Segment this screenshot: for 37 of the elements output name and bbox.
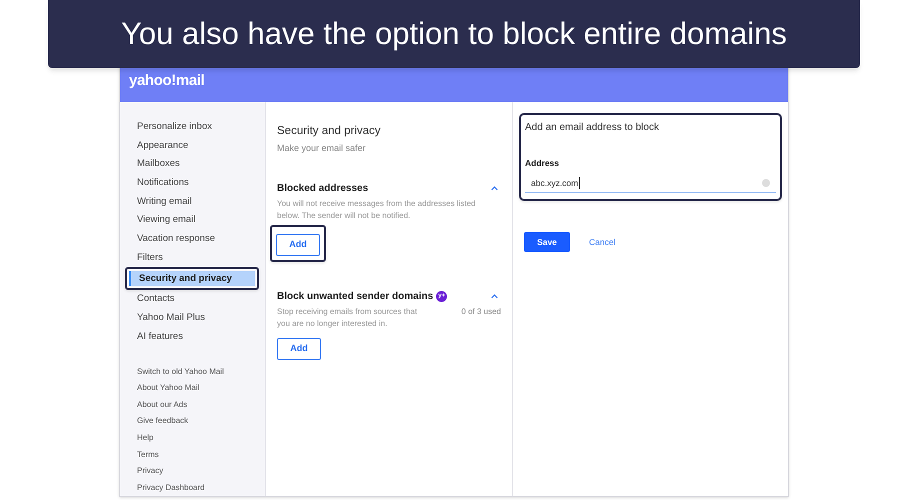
sidebar-item[interactable]: Personalize inbox [137,120,212,134]
panel-title: Security and privacy [277,124,382,139]
sidebar-item[interactable]: Vacation response [137,232,215,246]
sidebar-item[interactable]: Appearance [137,138,188,153]
sidebar-item[interactable]: Notifications [137,176,189,190]
sidebar-item[interactable]: Mailboxes [137,157,180,172]
address-field[interactable]: abc.xyz.com [525,173,776,194]
caption-text: You also have the option to block entire domains [121,14,787,53]
sidebar-item[interactable]: AI features [137,330,183,344]
add-button[interactable]: Add [276,234,320,256]
sidebar-item[interactable]: Filters [137,250,163,265]
footer-link[interactable]: Help [137,432,154,444]
sidebar-item[interactable]: Writing email [137,194,192,209]
footer-link[interactable]: Privacy Dashboard [137,482,205,494]
chevron-up-icon[interactable] [491,294,498,300]
panel-subtitle: Make your email safer [277,142,367,155]
add-button[interactable]: Add [277,338,321,360]
section-title: Blocked addresses [277,182,368,196]
form-title: Add an email address to block [525,120,660,135]
footer-link[interactable]: About our Ads [137,398,188,411]
section-description: Stop receiving emails from sources that you are no longer interested in. [277,306,418,330]
sidebar-item[interactable]: Contacts [137,292,174,307]
sidebar-item[interactable]: Yahoo Mail Plus [137,311,205,326]
footer-link[interactable]: About Yahoo Mail [137,382,200,394]
save-button[interactable]: Save [524,232,570,252]
footer-link[interactable]: Terms [137,448,159,461]
footer-link[interactable]: Switch to old Yahoo Mail [137,366,224,378]
sidebar-item[interactable]: Viewing email [137,213,196,228]
section-description: You will not receive messages from the addresses listed below. The sender will not be notified. [277,198,476,222]
section-title: Block unwanted sender domains [277,290,434,304]
sidebar-item[interactable]: Security and privacy [129,271,255,286]
cancel-link[interactable]: Cancel [589,236,616,249]
chevron-up-icon[interactable] [491,186,498,192]
usage-count: 0 of 3 used [461,306,501,318]
footer-link[interactable]: Privacy [137,465,164,478]
footer-link[interactable]: Give feedback [137,415,188,428]
field-label: Address [525,156,560,170]
